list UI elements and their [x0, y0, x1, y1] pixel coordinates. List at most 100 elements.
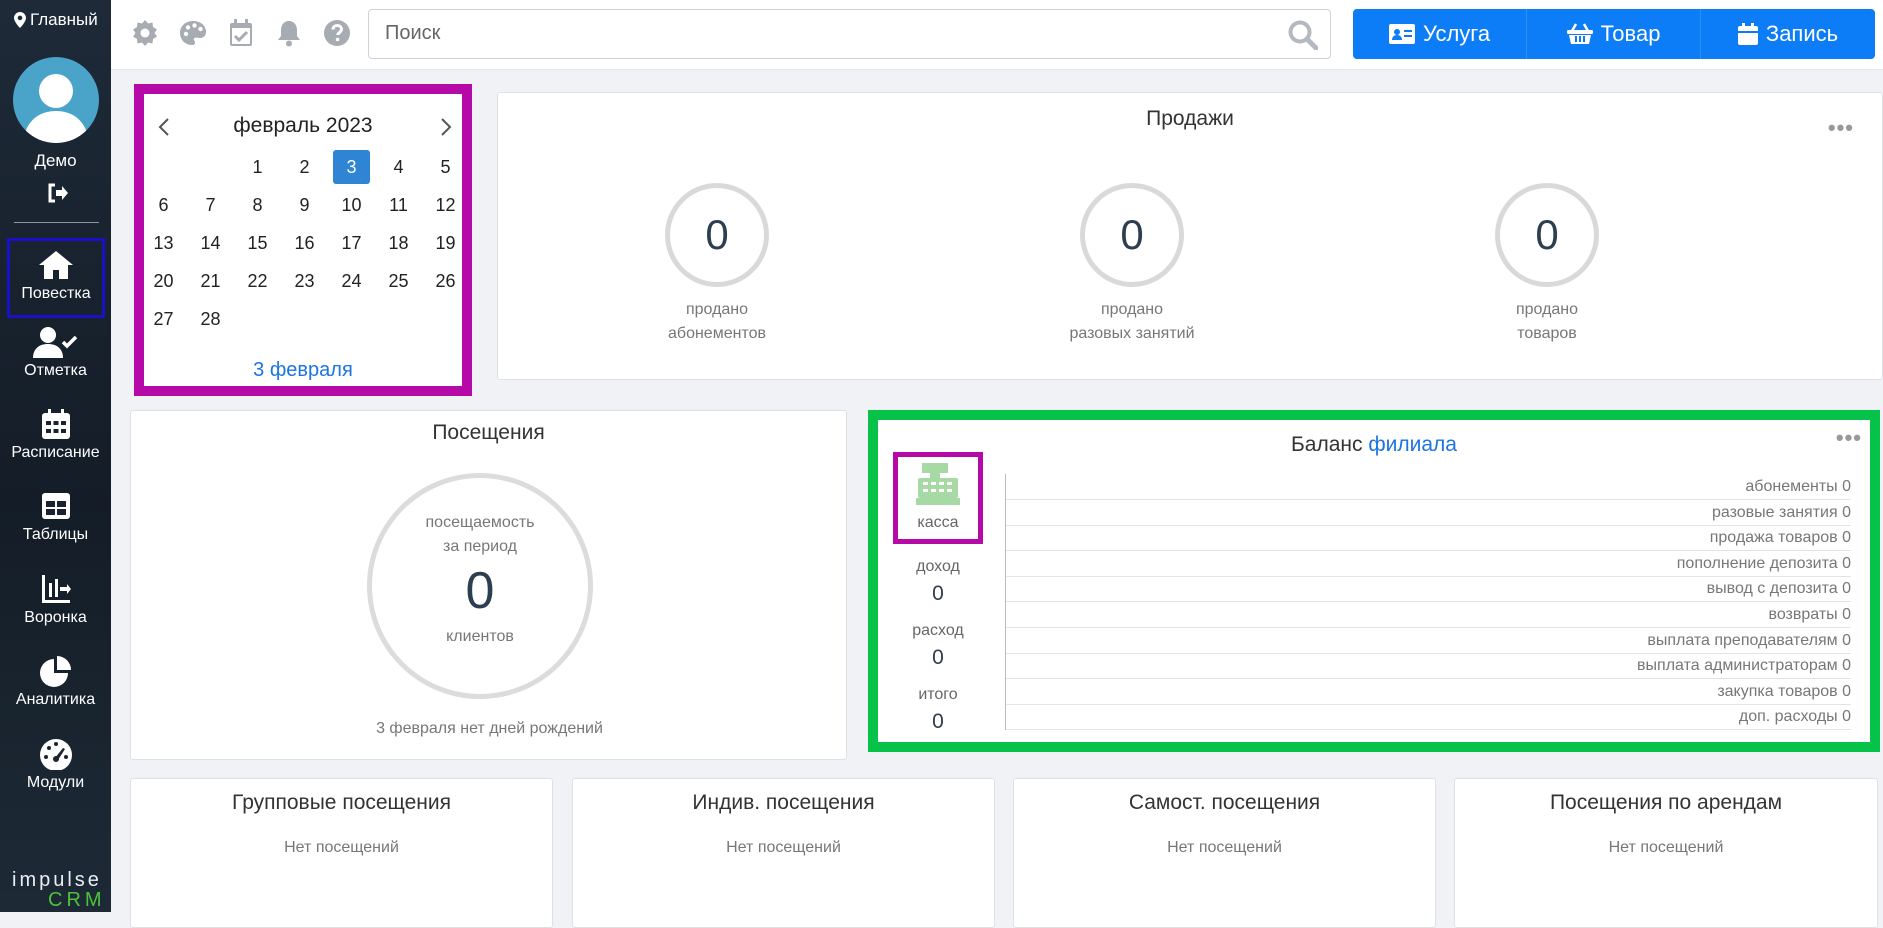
calendar-day[interactable]: 15 — [234, 224, 281, 262]
income-block: доход 0 — [888, 558, 988, 606]
user-name: Демо — [34, 151, 77, 170]
kassa-label: касса — [917, 514, 959, 531]
sidebar-item-modules[interactable]: Модули — [0, 738, 111, 818]
calendar-day[interactable]: 23 — [281, 262, 328, 300]
action-buttons: Услуга Товар Запись — [1353, 9, 1875, 59]
funnel-chart-icon — [41, 575, 71, 603]
calendar-day[interactable]: 4 — [375, 148, 422, 186]
calendar-day[interactable]: 14 — [187, 224, 234, 262]
bell-icon[interactable] — [275, 19, 303, 47]
calendar-day[interactable]: 18 — [375, 224, 422, 262]
calendar-day[interactable]: 5 — [422, 148, 469, 186]
sidebar-item-schedule[interactable]: Расписание — [0, 408, 111, 488]
branch-link[interactable]: филиала — [1368, 433, 1457, 456]
sidebar-item-label: Отметка — [24, 362, 87, 379]
total-label: итого — [918, 686, 958, 703]
search-icon[interactable] — [1288, 20, 1319, 55]
sidebar: Главный Демо Повестка Отметка Расписание… — [0, 0, 111, 912]
sidebar-item-label: Таблицы — [22, 526, 89, 543]
logo-impulse: impulse — [12, 869, 102, 891]
calendar-icon — [41, 409, 70, 439]
sidebar-item-funnel[interactable]: Воронка — [0, 573, 111, 653]
sidebar-item-analytics[interactable]: Аналитика — [0, 655, 111, 735]
visits-ring-caption: посещаемость за период — [367, 511, 593, 559]
calendar-day[interactable]: 2 — [281, 148, 328, 186]
balance-row: пополнение депозита 0 — [1006, 551, 1851, 577]
add-booking-button[interactable]: Запись — [1701, 9, 1875, 59]
calendar-day[interactable]: 20 — [140, 262, 187, 300]
balance-row: продажа товаров 0 — [1006, 525, 1851, 552]
sales-products-value: 0 — [1495, 183, 1599, 287]
next-month-button[interactable] — [440, 113, 452, 144]
income-value: 0 — [932, 582, 944, 605]
calendar-day[interactable]: 28 — [187, 300, 234, 338]
sales-label-line1: продано — [1515, 301, 1579, 318]
calendar-day[interactable]: 21 — [187, 262, 234, 300]
calendar-day[interactable]: 1 — [234, 148, 281, 186]
help-icon[interactable] — [323, 19, 351, 47]
balance-row: выплата администраторам 0 — [1006, 653, 1851, 680]
palette-icon[interactable] — [179, 19, 207, 47]
logo-crm: CRM — [48, 889, 106, 911]
calendar-day[interactable]: 22 — [234, 262, 281, 300]
sales-subscriptions-value: 0 — [665, 183, 769, 287]
sales-products-label: продано товаров — [1427, 298, 1667, 346]
add-product-button[interactable]: Товар — [1527, 9, 1701, 59]
calendar-day[interactable]: 7 — [187, 186, 234, 224]
sales-label-line2: разовых занятий — [1069, 325, 1195, 342]
rental-visits-title: Посещения по арендам — [1549, 791, 1783, 814]
birthdays-note: 3 февраля нет дней рождений — [376, 720, 603, 737]
expense-label: расход — [912, 622, 964, 639]
visits-line2: за период — [443, 538, 517, 555]
calendar-day[interactable]: 19 — [422, 224, 469, 262]
calendar-day[interactable]: 3 — [333, 150, 370, 184]
balance-row: разовые занятия 0 — [1006, 500, 1851, 526]
total-block: итого 0 — [888, 686, 988, 734]
calendar-day[interactable]: 8 — [234, 186, 281, 224]
calendar-day[interactable]: 10 — [328, 186, 375, 224]
sidebar-item-agenda[interactable]: Повестка — [7, 238, 105, 318]
calendar-day[interactable]: 25 — [375, 262, 422, 300]
balance-title-text: Баланс — [1291, 433, 1363, 456]
sidebar-item-label: Аналитика — [15, 691, 96, 708]
branch-selector[interactable]: Главный — [14, 10, 98, 30]
calendar-day[interactable]: 13 — [140, 224, 187, 262]
more-options-icon[interactable]: ••• — [1836, 425, 1862, 451]
calendar-day[interactable]: 12 — [422, 186, 469, 224]
add-product-label: Товар — [1600, 21, 1661, 46]
avatar[interactable] — [13, 57, 99, 143]
settings-gear-icon[interactable] — [131, 19, 159, 47]
selected-date-link[interactable]: 3 февраля — [144, 359, 462, 382]
self-visits-panel: Самост. посещения Нет посещений — [1013, 778, 1436, 928]
calendar-widget: февраль 2023 1 2 3 4 5 6 7 8 9 10 11 12 13 14 15 16 17 18… — [134, 84, 472, 396]
basket-icon — [1566, 23, 1593, 44]
logout-icon[interactable] — [47, 183, 69, 208]
topbar-icons — [131, 19, 351, 47]
cash-register-button[interactable]: касса — [893, 452, 983, 544]
sidebar-item-tables[interactable]: Таблицы — [0, 490, 111, 570]
visits-line1: посещаемость — [425, 514, 535, 531]
branch-label: Главный — [30, 10, 98, 29]
calendar-check-icon[interactable] — [227, 19, 255, 47]
calendar-day[interactable]: 27 — [140, 300, 187, 338]
search-input[interactable] — [369, 10, 1269, 56]
sidebar-item-attendance[interactable]: Отметка — [0, 326, 111, 406]
sales-label-line1: продано — [1100, 301, 1164, 318]
cash-register-icon — [916, 463, 960, 505]
expense-block: расход 0 — [888, 622, 988, 670]
calendar-day[interactable]: 26 — [422, 262, 469, 300]
calendar-day[interactable]: 16 — [281, 224, 328, 262]
more-options-icon[interactable]: ••• — [1828, 115, 1854, 141]
add-service-button[interactable]: Услуга — [1353, 9, 1527, 59]
topbar: Услуга Товар Запись — [111, 0, 1883, 70]
calendar-day[interactable]: 9 — [281, 186, 328, 224]
pie-chart-icon — [39, 656, 71, 687]
calendar-day[interactable]: 6 — [140, 186, 187, 224]
add-service-label: Услуга — [1422, 21, 1491, 46]
calendar-day[interactable]: 24 — [328, 262, 375, 300]
calendar-grid: 1 2 3 4 5 6 7 8 9 10 11 12 13 14 15 16 17 18 19 20 21 22 23 24 2… — [140, 148, 469, 338]
calendar-day[interactable]: 17 — [328, 224, 375, 262]
balance-row: доп. расходы 0 — [1006, 704, 1851, 731]
sales-single-visits-label: продано разовых занятий — [1012, 298, 1252, 346]
calendar-day[interactable]: 11 — [375, 186, 422, 224]
